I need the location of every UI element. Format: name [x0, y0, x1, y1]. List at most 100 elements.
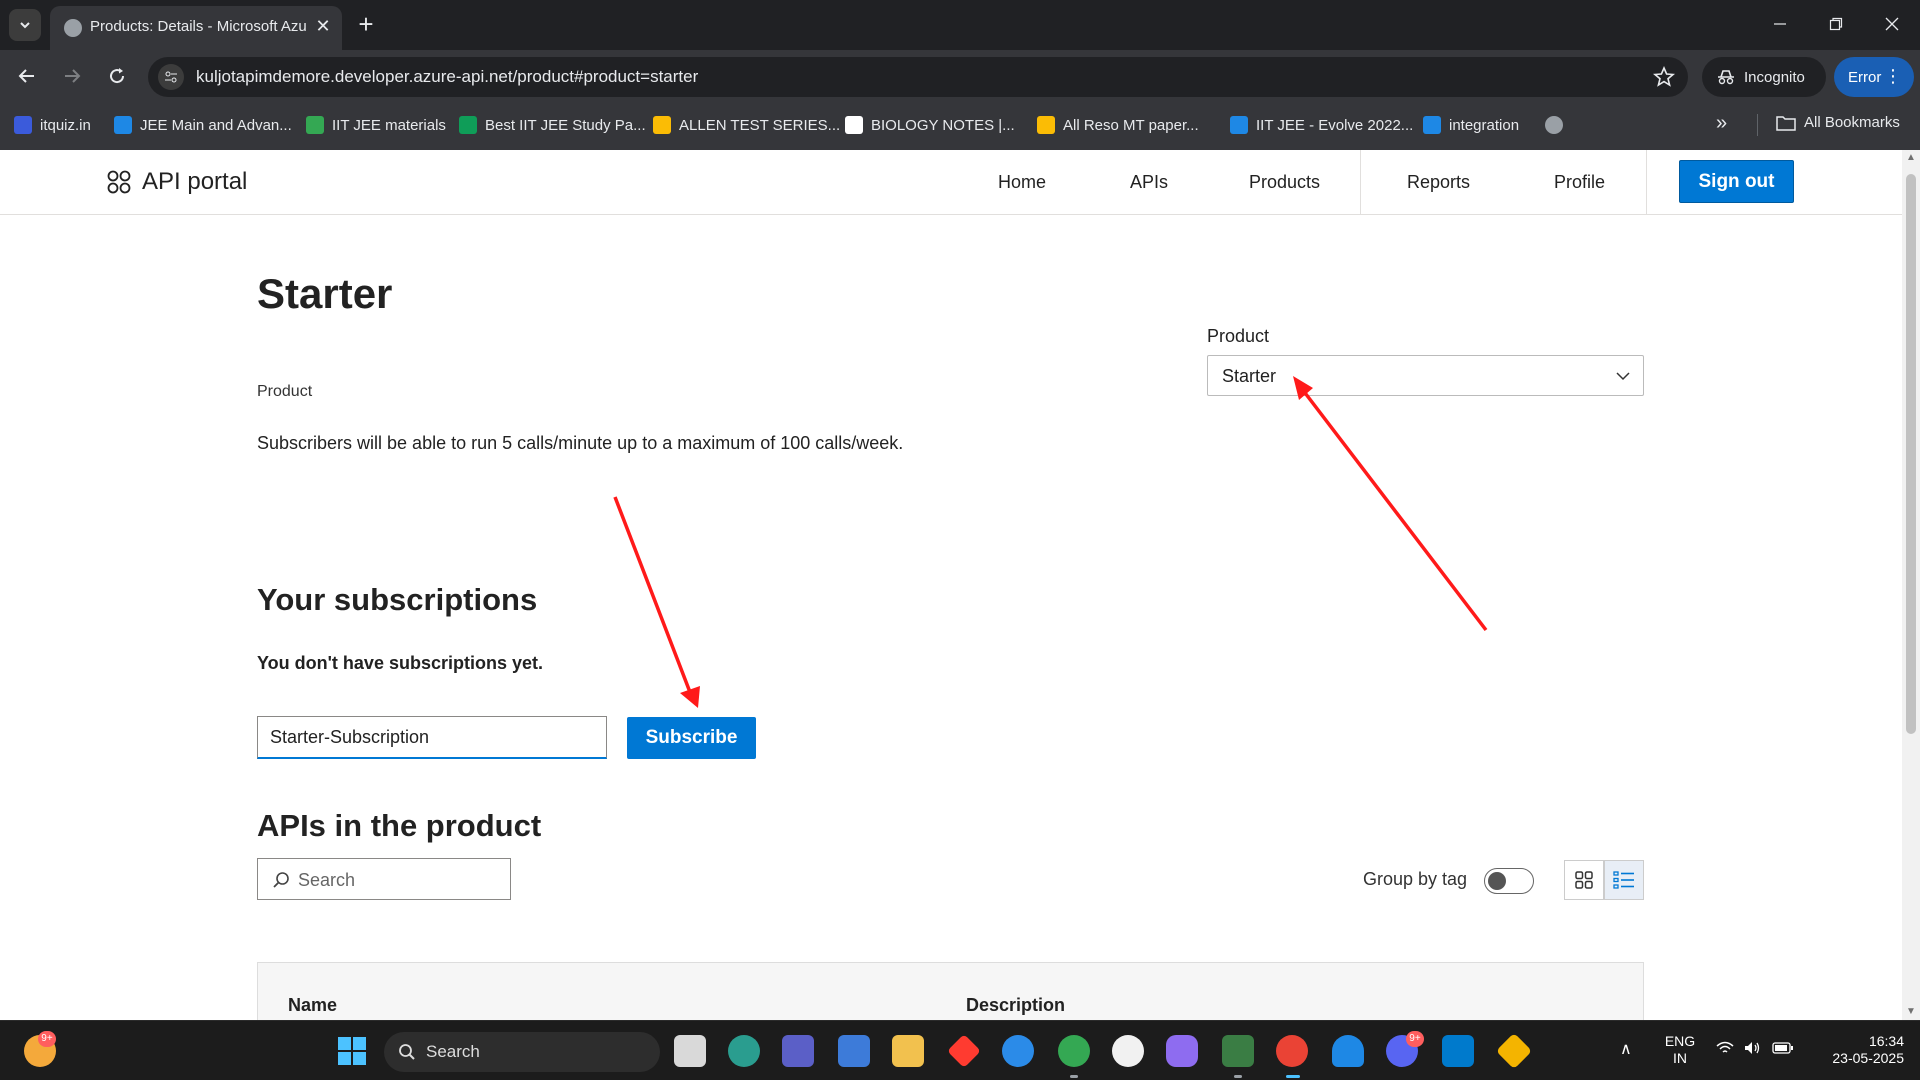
- bookmark-item[interactable]: BIOLOGY NOTES |...: [845, 114, 1015, 136]
- list-view-button[interactable]: [1604, 860, 1644, 900]
- close-tab-button[interactable]: ✕: [312, 15, 334, 37]
- restore-icon: [1829, 17, 1843, 31]
- task-view-icon[interactable]: [674, 1035, 706, 1067]
- page-title: Starter: [257, 270, 393, 317]
- list-view-icon: [1613, 871, 1634, 889]
- drive-icon: [653, 116, 671, 134]
- annotation-arrowhead-subscribe: [680, 686, 700, 708]
- running-indicator: [1234, 1075, 1242, 1078]
- bookmark-item[interactable]: itquiz.in: [14, 114, 91, 136]
- reload-button[interactable]: [100, 59, 134, 93]
- column-header-name: Name: [288, 995, 338, 1015]
- help-icon[interactable]: [1002, 1035, 1034, 1067]
- windows-logo-icon: [338, 1037, 366, 1065]
- clock-date: 23-05-2025: [1832, 1050, 1904, 1066]
- subscriptions-heading: Your subscriptions: [257, 582, 538, 617]
- grid-view-button[interactable]: [1564, 860, 1604, 900]
- active-indicator: [1286, 1075, 1300, 1078]
- wifi-icon[interactable]: [1716, 1041, 1734, 1059]
- forward-button[interactable]: [55, 59, 89, 93]
- bookmark-favicon-icon: [1230, 116, 1248, 134]
- reload-icon: [110, 68, 125, 84]
- sign-out-button[interactable]: Sign out: [1679, 160, 1794, 203]
- app-file-icon[interactable]: [1222, 1035, 1254, 1067]
- bookmark-item[interactable]: integration: [1423, 114, 1519, 136]
- nav-reports[interactable]: Reports: [1407, 172, 1470, 193]
- nav-profile[interactable]: Profile: [1554, 172, 1605, 193]
- scrollbar-thumb[interactable]: [1906, 174, 1916, 734]
- taskbar-search[interactable]: Search: [384, 1032, 660, 1072]
- tab-title: Products: Details - Microsoft Azure: [90, 18, 306, 35]
- nav-apis[interactable]: APIs: [1130, 172, 1168, 193]
- api-search-input[interactable]: Search: [257, 858, 511, 900]
- all-bookmarks-button[interactable]: All Bookmarks: [1776, 114, 1900, 131]
- windows-taskbar: 9+ Search 9+ ∧ ENG IN 16:34 23-05-2025: [0, 1020, 1920, 1080]
- subscription-name-input[interactable]: [257, 716, 607, 759]
- chrome-icon[interactable]: [1058, 1035, 1090, 1067]
- address-bar[interactable]: kuljotapimdemore.developer.azure-api.net…: [148, 57, 1688, 97]
- chrome-incognito-icon[interactable]: [1276, 1035, 1308, 1067]
- close-icon: [1885, 17, 1899, 31]
- wix-icon: [845, 116, 863, 134]
- bookmarks-divider: [1757, 114, 1758, 136]
- nav-divider: [1360, 150, 1361, 215]
- product-dropdown-value: Starter: [1222, 366, 1277, 386]
- microsoft-store-icon[interactable]: [838, 1035, 870, 1067]
- anydesk-icon[interactable]: [947, 1034, 981, 1068]
- page-scrollbar[interactable]: ▲ ▼: [1902, 150, 1920, 1020]
- vscode-icon[interactable]: [1442, 1035, 1474, 1067]
- volume-icon[interactable]: [1744, 1041, 1762, 1059]
- tune-icon: [165, 71, 177, 83]
- subscribe-button[interactable]: Subscribe: [627, 717, 756, 759]
- restore-button[interactable]: [1808, 0, 1864, 48]
- more-vert-icon[interactable]: ⋮: [1884, 66, 1902, 86]
- api-portal-logo-icon: [107, 170, 131, 194]
- bookmark-item[interactable]: ALLEN TEST SERIES...: [653, 114, 840, 136]
- product-dropdown[interactable]: Starter: [1207, 355, 1644, 396]
- nav-divider: [1646, 150, 1647, 215]
- bookmark-star-icon[interactable]: [1652, 65, 1676, 89]
- battery-icon[interactable]: [1772, 1041, 1794, 1059]
- site-info-button[interactable]: [158, 64, 184, 90]
- new-tab-button[interactable]: +: [352, 9, 380, 41]
- tab-search-button[interactable]: [9, 9, 41, 41]
- clock[interactable]: 16:34 23-05-2025: [1812, 1033, 1904, 1067]
- clock-time: 16:34: [1868, 1033, 1904, 1049]
- browser-toolbar: kuljotapimdemore.developer.azure-api.net…: [0, 50, 1920, 100]
- profile-error-button[interactable]: Error ⋮: [1834, 57, 1914, 97]
- search-icon: [273, 872, 289, 888]
- search-placeholder: Search: [298, 870, 356, 890]
- close-window-button[interactable]: [1864, 0, 1920, 48]
- chevron-down-icon: [20, 22, 30, 29]
- bookmark-item[interactable]: IIT JEE - Evolve 2022...: [1230, 114, 1413, 136]
- scroll-down-arrow-icon[interactable]: ▼: [1905, 1006, 1917, 1018]
- scroll-up-arrow-icon[interactable]: ▲: [1905, 152, 1917, 164]
- group-by-tag-toggle[interactable]: [1484, 868, 1534, 894]
- windows-start-icon[interactable]: [336, 1035, 368, 1067]
- input-language-indicator[interactable]: ENG IN: [1660, 1033, 1700, 1067]
- column-header-description: Description: [966, 995, 1066, 1015]
- minimize-button[interactable]: [1752, 0, 1808, 48]
- edge-browser-icon[interactable]: [728, 1035, 760, 1067]
- bookmark-item[interactable]: IIT JEE materials: [306, 114, 446, 136]
- udemy-icon[interactable]: [1112, 1035, 1144, 1067]
- copilot-icon[interactable]: [1166, 1035, 1198, 1067]
- bookmark-item[interactable]: [1545, 114, 1563, 136]
- nav-home[interactable]: Home: [998, 172, 1046, 193]
- teams-icon[interactable]: [782, 1035, 814, 1067]
- portal-brand[interactable]: API portal: [106, 168, 247, 196]
- url-text: kuljotapimdemore.developer.azure-api.net…: [196, 67, 699, 86]
- bookmarks-overflow-button[interactable]: »: [1716, 112, 1727, 135]
- browser-tab-active[interactable]: Products: Details - Microsoft Azure ✕: [50, 6, 342, 50]
- show-hidden-icons[interactable]: ∧: [1620, 1041, 1632, 1058]
- bookmark-item[interactable]: JEE Main and Advan...: [114, 114, 292, 136]
- bookmark-item[interactable]: All Reso MT paper...: [1037, 114, 1199, 136]
- nav-products[interactable]: Products: [1249, 172, 1320, 193]
- git-icon[interactable]: [1495, 1032, 1533, 1070]
- back-button[interactable]: [10, 59, 44, 93]
- bookmark-item[interactable]: Best IIT JEE Study Pa...: [459, 114, 646, 136]
- file-explorer-icon[interactable]: [892, 1035, 924, 1067]
- onedrive-icon[interactable]: [1332, 1035, 1364, 1067]
- incognito-indicator[interactable]: Incognito: [1702, 57, 1826, 97]
- incognito-label: Incognito: [1744, 68, 1805, 86]
